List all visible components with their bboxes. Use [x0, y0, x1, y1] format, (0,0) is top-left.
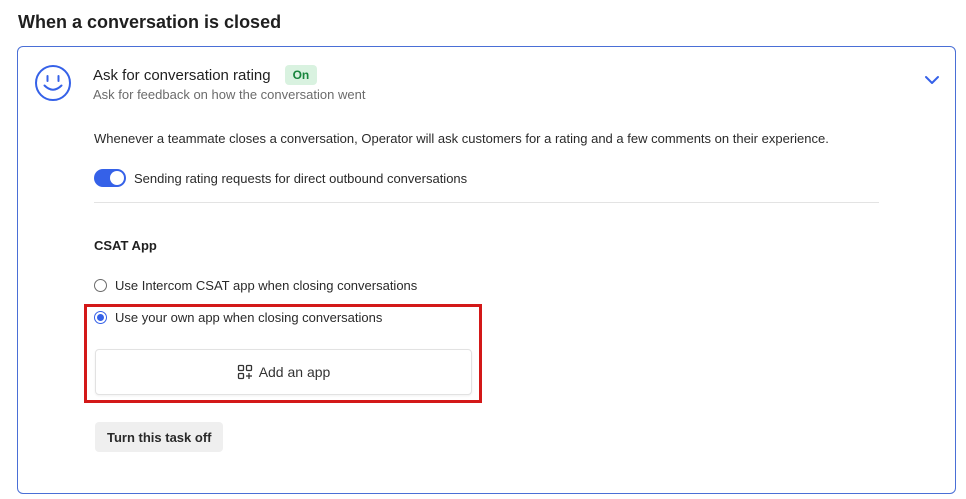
rating-description: Whenever a teammate closes a conversatio…: [94, 131, 829, 146]
turn-task-off-button[interactable]: Turn this task off: [95, 422, 224, 452]
outbound-rating-toggle[interactable]: [94, 169, 126, 187]
smiley-face-icon: [35, 65, 71, 101]
divider: [94, 202, 879, 203]
highlight-box: [84, 304, 482, 403]
rating-subtitle: Ask for feedback on how the conversation…: [93, 87, 366, 102]
outbound-toggle-label: Sending rating requests for direct outbo…: [134, 170, 468, 186]
conversation-rating-card: Ask for conversation rating On Ask for f…: [17, 46, 956, 494]
radio-label: Use Intercom CSAT app when closing conve…: [115, 278, 418, 293]
radio-intercom-csat[interactable]: Use Intercom CSAT app when closing conve…: [94, 278, 417, 293]
outbound-toggle-row: Sending rating requests for direct outbo…: [94, 169, 467, 187]
rating-title: Ask for conversation rating: [93, 66, 271, 84]
csat-heading: CSAT App: [94, 238, 157, 253]
rating-header[interactable]: Ask for conversation rating On: [93, 65, 318, 85]
chevron-down-icon[interactable]: [923, 71, 941, 89]
status-badge: On: [284, 65, 318, 85]
radio-button[interactable]: [94, 279, 107, 292]
section-title: When a conversation is closed: [18, 12, 282, 32]
